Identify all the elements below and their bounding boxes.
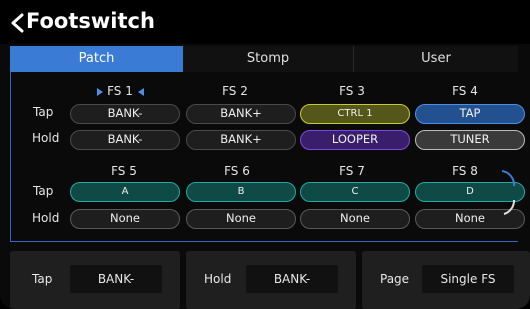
page-param-block[interactable]: Page Single FS: [362, 251, 530, 309]
fs-5-tap-pill[interactable]: A: [70, 182, 180, 202]
hold-row-label: Hold: [32, 131, 60, 145]
fs-6-hold-pill[interactable]: None: [186, 209, 296, 229]
fs-5-label: FS 5: [111, 164, 137, 178]
page-param-label: Page: [380, 272, 410, 286]
fs-7-tap-pill[interactable]: C: [300, 182, 410, 202]
fs-1-label: FS 1: [107, 84, 133, 98]
hold-param-block[interactable]: Hold BANK-: [186, 251, 356, 309]
tab-user[interactable]: User: [354, 46, 518, 72]
fs-1-hold-pill[interactable]: BANK-: [70, 130, 180, 150]
tap-param-value[interactable]: BANK-: [70, 265, 162, 293]
header: Footswitch: [0, 0, 530, 44]
chevron-left-icon[interactable]: [8, 12, 28, 34]
tap-param-label: Tap: [32, 272, 53, 286]
fs-7-label: FS 7: [339, 164, 365, 178]
tap-row-label: Tap: [33, 105, 54, 119]
tap-param-block[interactable]: Tap BANK-: [10, 251, 180, 309]
fs-3-tap-pill[interactable]: CTRL 1: [300, 104, 410, 124]
fs-6-tap-pill[interactable]: B: [186, 182, 296, 202]
fs-7-hold-pill[interactable]: None: [300, 209, 410, 229]
footswitch-screen: Footswitch Patch Stomp User FS 1 FS 2 FS…: [0, 0, 530, 309]
tap-row-label-2: Tap: [33, 184, 54, 198]
fs-4-label: FS 4: [452, 84, 478, 98]
fs-6-label: FS 6: [224, 164, 250, 178]
fs-3-label: FS 3: [339, 84, 365, 98]
fs-1-tap-pill[interactable]: BANK-: [70, 104, 180, 124]
fs-selected-right-marker: [138, 88, 144, 96]
page-param-value[interactable]: Single FS: [422, 265, 514, 293]
fs-4-tap-pill[interactable]: TAP: [415, 104, 525, 124]
fs-2-tap-pill[interactable]: BANK+: [186, 104, 296, 124]
page-title: Footswitch: [26, 9, 155, 33]
fs-4-hold-pill[interactable]: TUNER: [415, 130, 525, 150]
hold-param-label: Hold: [204, 272, 232, 286]
tab-stomp[interactable]: Stomp: [183, 46, 353, 72]
fs-3-hold-pill[interactable]: LOOPER: [300, 130, 410, 150]
fs-5-hold-pill[interactable]: None: [70, 209, 180, 229]
tab-bar: Patch Stomp User: [10, 46, 518, 72]
hold-row-label-2: Hold: [32, 211, 60, 225]
tab-patch[interactable]: Patch: [10, 46, 183, 72]
hold-param-value[interactable]: BANK-: [246, 265, 338, 293]
fs-2-label: FS 2: [222, 84, 248, 98]
scroll-indicator[interactable]: [500, 168, 522, 218]
fs-2-hold-pill[interactable]: BANK+: [186, 130, 296, 150]
